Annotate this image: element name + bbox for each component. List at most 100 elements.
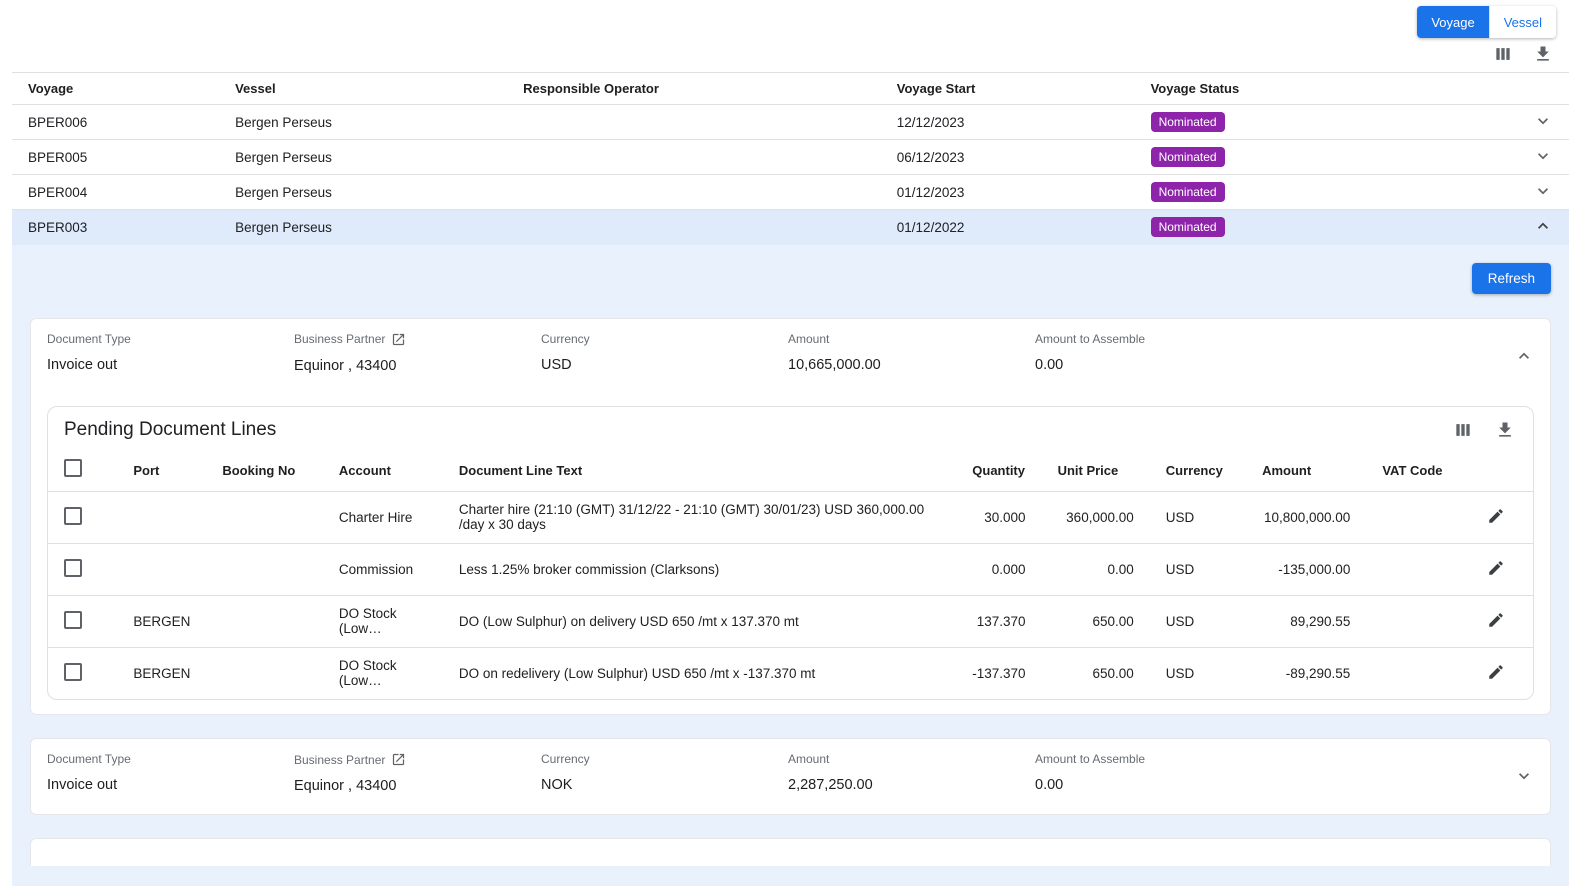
responsible-operator (507, 210, 881, 245)
line-text: DO on redelivery (Low Sulphur) USD 650 /… (443, 647, 956, 699)
chevron-up-icon[interactable] (1514, 346, 1534, 366)
line-unit-price: 360,000.00 (1042, 491, 1150, 543)
document-card-partial (30, 838, 1551, 866)
document-line-row-do-delivery: BERGEN DO Stock (Low… DO (Low Sulphur) o… (48, 595, 1533, 647)
row-checkbox[interactable] (64, 611, 82, 629)
business-partner-label-text: Business Partner (294, 753, 385, 767)
field-amount-to-assemble: Amount to Assemble 0.00 (1035, 332, 1494, 373)
voyage-row-bper004[interactable]: BPER004 Bergen Perseus 01/12/2023 Nomina… (12, 175, 1569, 210)
line-booking-no (206, 595, 323, 647)
pending-lines-header-row: Port Booking No Account Document Line Te… (48, 451, 1533, 492)
document-header-fields: Document Type Invoice out Business Partn… (47, 752, 1534, 800)
column-settings-icon[interactable] (1493, 44, 1513, 64)
refresh-button[interactable]: Refresh (1472, 263, 1551, 294)
edit-icon[interactable] (1487, 507, 1505, 525)
select-all-checkbox[interactable] (64, 459, 82, 477)
amount-to-assemble-label: Amount to Assemble (1035, 332, 1494, 346)
field-currency: Currency NOK (541, 752, 788, 793)
field-amount-to-assemble: Amount to Assemble 0.00 (1035, 752, 1494, 793)
voyage-toggle-button[interactable]: Voyage (1417, 6, 1488, 38)
open-in-new-icon[interactable] (391, 332, 406, 347)
document-line-row-commission: Commission Less 1.25% broker commission … (48, 543, 1533, 595)
document-type-value: Invoice out (47, 777, 294, 793)
voyage-row-bper005[interactable]: BPER005 Bergen Perseus 06/12/2023 Nomina… (12, 140, 1569, 175)
vessel-toggle-button[interactable]: Vessel (1489, 6, 1556, 38)
voyages-table-wrap: Voyage Vessel Responsible Operator Voyag… (12, 72, 1569, 245)
col-responsible-operator: Responsible Operator (507, 73, 881, 105)
voyage-row-bper006[interactable]: BPER006 Bergen Perseus 12/12/2023 Nomina… (12, 105, 1569, 140)
currency-label: Currency (541, 332, 788, 346)
currency-value: USD (541, 357, 788, 373)
line-port (117, 491, 206, 543)
line-currency: USD (1150, 595, 1246, 647)
line-booking-no (206, 491, 323, 543)
voyage-start: 01/12/2023 (881, 175, 1135, 210)
download-icon[interactable] (1533, 44, 1553, 64)
col-booking-no: Booking No (206, 451, 323, 492)
col-account: Account (323, 451, 443, 492)
col-expand (1514, 73, 1569, 105)
voyage-id: BPER003 (12, 210, 219, 245)
col-voyage-start: Voyage Start (881, 73, 1135, 105)
line-unit-price: 0.00 (1042, 543, 1150, 595)
vessel-name: Bergen Perseus (219, 140, 507, 175)
line-text: DO (Low Sulphur) on delivery USD 650 /mt… (443, 595, 956, 647)
row-checkbox[interactable] (64, 559, 82, 577)
field-amount: Amount 10,665,000.00 (788, 332, 1035, 373)
voyage-row-bper003[interactable]: BPER003 Bergen Perseus 01/12/2022 Nomina… (12, 210, 1569, 245)
line-quantity: 137.370 (956, 595, 1041, 647)
field-business-partner: Business Partner Equinor , 43400 (294, 752, 541, 794)
business-partner-value: Equinor , 43400 (294, 358, 541, 374)
row-checkbox[interactable] (64, 507, 82, 525)
line-booking-no (206, 647, 323, 699)
amount-value: 2,287,250.00 (788, 777, 1035, 793)
line-text: Charter hire (21:10 (GMT) 31/12/22 - 21:… (443, 491, 956, 543)
download-icon[interactable] (1495, 420, 1515, 440)
line-account: DO Stock (Low… (323, 647, 443, 699)
document-line-row-charter-hire: Charter Hire Charter hire (21:10 (GMT) 3… (48, 491, 1533, 543)
voyage-id: BPER006 (12, 105, 219, 140)
line-amount: -135,000.00 (1246, 543, 1366, 595)
line-port: BERGEN (117, 595, 206, 647)
chevron-down-icon[interactable] (1533, 111, 1553, 131)
line-vat-code (1366, 595, 1459, 647)
chevron-down-icon[interactable] (1533, 181, 1553, 201)
document-card-usd: Document Type Invoice out Business Partn… (30, 318, 1551, 716)
col-vat-code: VAT Code (1366, 451, 1459, 492)
business-partner-value: Equinor , 43400 (294, 778, 541, 794)
line-currency: USD (1150, 491, 1246, 543)
line-vat-code (1366, 647, 1459, 699)
responsible-operator (507, 140, 881, 175)
row-checkbox[interactable] (64, 663, 82, 681)
col-currency: Currency (1150, 451, 1246, 492)
field-business-partner: Business Partner Equinor , 43400 (294, 332, 541, 374)
edit-icon[interactable] (1487, 611, 1505, 629)
line-amount: 10,800,000.00 (1246, 491, 1366, 543)
vessel-name: Bergen Perseus (219, 210, 507, 245)
vessel-name: Bergen Perseus (219, 175, 507, 210)
line-port (117, 543, 206, 595)
amount-to-assemble-value: 0.00 (1035, 777, 1494, 793)
field-document-type: Document Type Invoice out (47, 752, 294, 793)
document-type-value: Invoice out (47, 357, 294, 373)
topbar: Voyage Vessel (0, 0, 1581, 38)
col-voyage-status: Voyage Status (1135, 73, 1515, 105)
edit-icon[interactable] (1487, 559, 1505, 577)
col-quantity: Quantity (956, 451, 1041, 492)
amount-to-assemble-label: Amount to Assemble (1035, 752, 1494, 766)
amount-value: 10,665,000.00 (788, 357, 1035, 373)
responsible-operator (507, 175, 881, 210)
line-currency: USD (1150, 647, 1246, 699)
line-quantity: -137.370 (956, 647, 1041, 699)
chevron-down-icon[interactable] (1514, 766, 1534, 786)
edit-icon[interactable] (1487, 663, 1505, 681)
column-settings-icon[interactable] (1453, 420, 1473, 440)
field-currency: Currency USD (541, 332, 788, 373)
voyage-start: 12/12/2023 (881, 105, 1135, 140)
chevron-up-icon[interactable] (1533, 216, 1553, 236)
field-amount: Amount 2,287,250.00 (788, 752, 1035, 793)
view-toggle-group: Voyage Vessel (1417, 6, 1556, 38)
open-in-new-icon[interactable] (391, 752, 406, 767)
chevron-down-icon[interactable] (1533, 146, 1553, 166)
voyage-start: 06/12/2023 (881, 140, 1135, 175)
